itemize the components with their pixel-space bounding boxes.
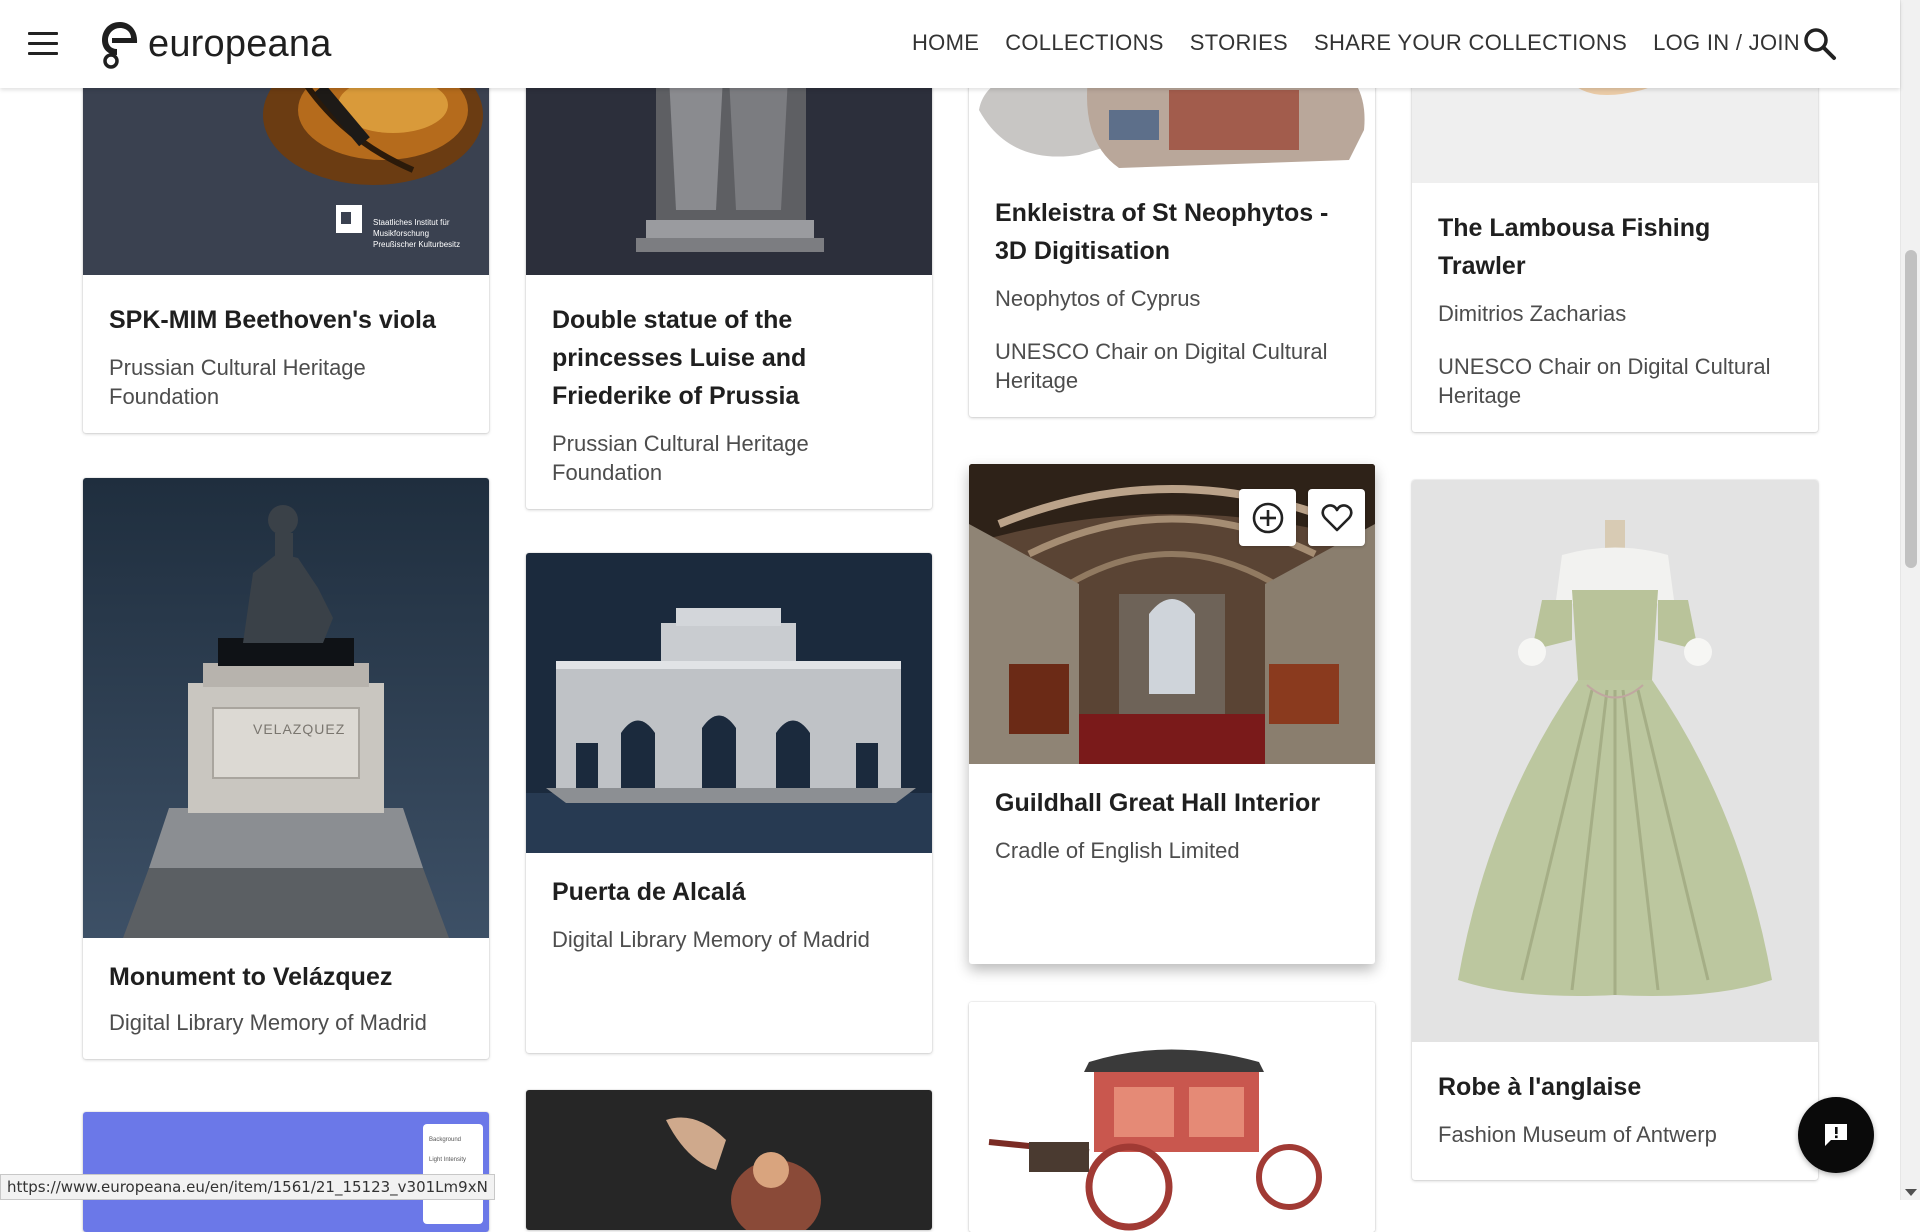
card-image: Background Light Intensity Environment — [83, 1112, 489, 1232]
feedback-chat-icon[interactable] — [1798, 1097, 1874, 1173]
carriage-image — [969, 1002, 1375, 1232]
card-image — [1412, 480, 1818, 1042]
card-provider: Digital Library Memory of Madrid — [552, 925, 906, 954]
item-card-partial[interactable] — [526, 1090, 932, 1230]
card-title: Double statue of the princesses Luise an… — [552, 301, 906, 415]
card-image — [969, 464, 1375, 764]
main-nav: HOME COLLECTIONS STORIES SHARE YOUR COLL… — [912, 28, 1800, 58]
card-provider: Digital Library Memory of Madrid — [109, 1008, 463, 1037]
logo-text: europeana — [148, 20, 332, 68]
velazquez-image — [83, 478, 489, 938]
europeana-logo-icon — [98, 18, 142, 70]
nav-home[interactable]: HOME — [912, 28, 979, 58]
item-card-double-statue[interactable]: Double statue of the princesses Luise an… — [526, 20, 932, 509]
caption-line: Staatliches Institut für — [373, 217, 460, 228]
card-provider: Prussian Cultural Heritage Foundation — [552, 429, 906, 487]
robe-image — [1412, 480, 1818, 1042]
europeana-logo[interactable]: europeana — [98, 18, 332, 70]
item-card-guildhall[interactable]: Guildhall Great Hall Interior Cradle of … — [969, 464, 1375, 964]
page-scrollbar[interactable] — [1900, 0, 1920, 1200]
add-circle-icon[interactable] — [1239, 489, 1296, 546]
caption-line: Musikforschung — [373, 228, 460, 239]
card-title: Robe à l'anglaise — [1438, 1068, 1792, 1106]
caption-line: Preußischer Kulturbesitz — [373, 239, 460, 250]
panel-label: Background — [429, 1130, 477, 1150]
card-hover-actions — [1239, 489, 1375, 546]
card-image — [526, 1090, 932, 1230]
card-title: Guildhall Great Hall Interior — [995, 784, 1349, 822]
card-title: Monument to Velázquez — [109, 958, 463, 996]
site-header: europeana HOME COLLECTIONS STORIES SHARE… — [0, 0, 1900, 88]
image-caption: Staatliches Institut für Musikforschung … — [373, 217, 460, 250]
card-image: VELAZQUEZ — [83, 478, 489, 938]
card-image — [526, 553, 932, 853]
card-title: SPK-MIM Beethoven's viola — [109, 301, 463, 339]
angel-figure-image — [526, 1090, 932, 1230]
status-bar-url: https://www.europeana.eu/en/item/1561/21… — [0, 1174, 495, 1200]
nav-share-your-collections[interactable]: SHARE YOUR COLLECTIONS — [1314, 28, 1627, 58]
nav-collections[interactable]: COLLECTIONS — [1005, 28, 1164, 58]
scrollbar-thumb[interactable] — [1905, 250, 1917, 568]
card-title: Puerta de Alcalá — [552, 873, 906, 911]
card-provider: Cradle of English Limited — [995, 836, 1349, 865]
search-icon[interactable] — [1802, 26, 1838, 62]
card-image — [969, 1002, 1375, 1232]
card-provider: UNESCO Chair on Digital Cultural Heritag… — [1438, 352, 1792, 410]
item-card-robe-a-langlaise[interactable]: Robe à l'anglaise Fashion Museum of Antw… — [1412, 480, 1818, 1180]
card-title: The Lambousa Fishing Trawler — [1438, 209, 1792, 285]
puerta-de-alcala-image — [526, 553, 932, 853]
item-card-partial[interactable]: Background Light Intensity Environment — [83, 1112, 489, 1232]
plinth-inscription: VELAZQUEZ — [253, 721, 345, 737]
item-card-velazquez[interactable]: VELAZQUEZ Monument to Velázquez Digital … — [83, 478, 489, 1059]
card-provider: Fashion Museum of Antwerp — [1438, 1120, 1792, 1149]
card-creator: Neophytos of Cyprus — [995, 284, 1349, 313]
card-provider: Prussian Cultural Heritage Foundation — [109, 353, 463, 411]
panel-label: Light Intensity — [429, 1150, 477, 1170]
nav-stories[interactable]: STORIES — [1190, 28, 1288, 58]
nav-login-join[interactable]: LOG IN / JOIN — [1653, 28, 1800, 58]
card-creator: Dimitrios Zacharias — [1438, 299, 1792, 328]
heart-icon[interactable] — [1308, 489, 1365, 546]
item-card-puerta-de-alcala[interactable]: Puerta de Alcalá Digital Library Memory … — [526, 553, 932, 1053]
hamburger-icon[interactable] — [28, 32, 60, 56]
item-card-partial[interactable] — [969, 1002, 1375, 1232]
card-provider: UNESCO Chair on Digital Cultural Heritag… — [995, 337, 1349, 395]
card-title: Enkleistra of St Neophytos - 3D Digitisa… — [995, 194, 1349, 270]
scroll-down-arrow-icon[interactable] — [1905, 1189, 1917, 1196]
